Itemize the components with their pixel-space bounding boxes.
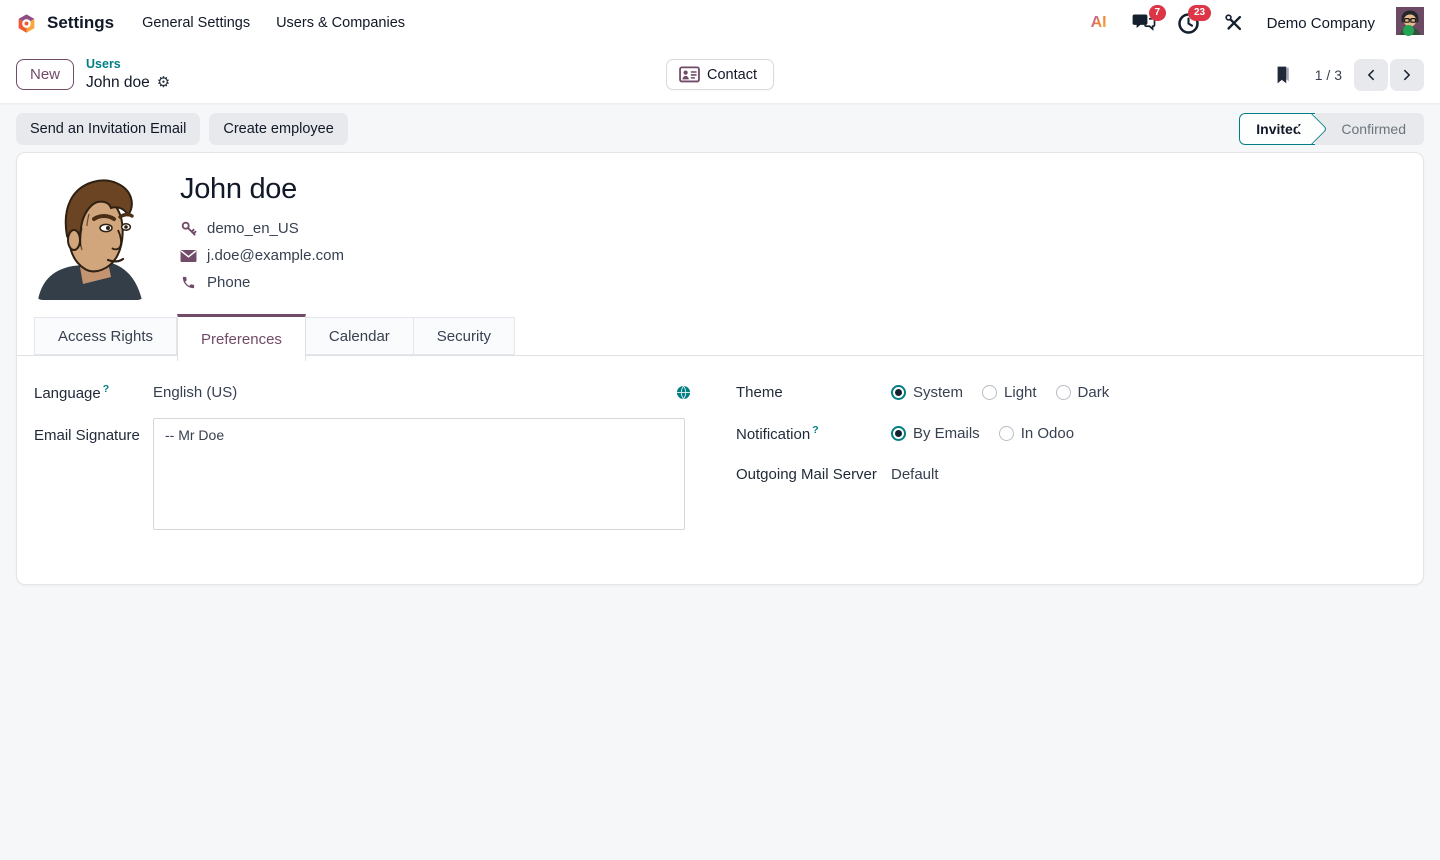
- theme-option-system[interactable]: System: [891, 384, 963, 401]
- support-tools-icon[interactable]: [1222, 11, 1246, 35]
- theme-dark-label: Dark: [1078, 384, 1110, 401]
- status-pipeline: Invited Confirmed: [1239, 113, 1424, 145]
- online-status-dot: [1403, 25, 1414, 36]
- login-row: demo_en_US: [180, 220, 344, 237]
- menu-general-settings[interactable]: General Settings: [132, 9, 260, 37]
- breadcrumb-users-link[interactable]: Users: [86, 57, 170, 73]
- notification-label: Notification?: [736, 424, 891, 443]
- radio-dark[interactable]: [1056, 385, 1071, 400]
- tab-calendar[interactable]: Calendar: [306, 317, 414, 355]
- tab-access-rights[interactable]: Access Rights: [34, 317, 177, 355]
- top-navbar: Settings General Settings Users & Compan…: [0, 0, 1440, 46]
- breadcrumb: Users John doe ⚙: [86, 57, 170, 92]
- new-record-button[interactable]: New: [16, 59, 74, 90]
- theme-row: Theme System Light: [736, 380, 1406, 404]
- phone-icon: [180, 275, 197, 290]
- create-employee-button[interactable]: Create employee: [209, 113, 347, 145]
- theme-option-light[interactable]: Light: [982, 384, 1037, 401]
- user-header: John doe demo_en_US: [17, 153, 1423, 300]
- notification-row: Notification? By Emails In Odoo: [736, 421, 1406, 445]
- tab-security[interactable]: Security: [414, 317, 515, 355]
- pager-counter: 1 / 3: [1315, 67, 1342, 83]
- language-label: Language?: [34, 383, 153, 402]
- radio-by-emails[interactable]: [891, 426, 906, 441]
- language-help-icon[interactable]: ?: [103, 383, 109, 395]
- user-name-field[interactable]: John doe: [180, 173, 344, 206]
- actions-gear-icon[interactable]: ⚙: [157, 73, 170, 92]
- email-signature-textarea[interactable]: -- Mr Doe: [153, 418, 685, 530]
- user-profile-image[interactable]: [34, 170, 146, 300]
- messages-badge: 7: [1149, 5, 1166, 21]
- radio-in-odoo[interactable]: [999, 426, 1014, 441]
- theme-option-dark[interactable]: Dark: [1056, 384, 1110, 401]
- status-step-confirmed[interactable]: Confirmed: [1315, 113, 1424, 145]
- email-row: j.doe@example.com: [180, 247, 344, 264]
- contact-button-label: Contact: [707, 67, 757, 83]
- control-panel: New Users John doe ⚙ Contact: [0, 46, 1440, 104]
- apps-menu-button[interactable]: Settings: [16, 13, 114, 34]
- theme-light-label: Light: [1004, 384, 1037, 401]
- language-value[interactable]: English (US): [153, 384, 237, 401]
- ai-label: AI: [1091, 14, 1107, 32]
- status-invited-label: Invited: [1256, 121, 1301, 137]
- app-menu-bar: General Settings Users & Companies: [132, 9, 415, 37]
- notebook-tabs: Access Rights Preferences Calendar Secur…: [17, 317, 1423, 356]
- email-signature-label: Email Signature: [34, 418, 153, 444]
- send-invitation-email-button[interactable]: Send an Invitation Email: [16, 113, 200, 145]
- systray: AI 7 23 D: [1087, 7, 1424, 40]
- notification-option-by-emails[interactable]: By Emails: [891, 425, 980, 442]
- theme-system-label: System: [913, 384, 963, 401]
- odoo-logo-icon: [16, 13, 37, 34]
- contact-stat-button[interactable]: Contact: [666, 59, 774, 90]
- form-sheet-zone: John doe demo_en_US: [0, 152, 1440, 585]
- pager-next-button[interactable]: [1390, 59, 1424, 91]
- notification-help-icon[interactable]: ?: [812, 424, 818, 436]
- preferences-tab-content: Language? English (US) E: [17, 356, 1423, 584]
- breadcrumb-current-record: John doe: [86, 73, 150, 92]
- preferences-left-column: Language? English (US) E: [34, 380, 704, 544]
- key-icon: [180, 221, 197, 237]
- activities-badge: 23: [1188, 5, 1210, 21]
- outgoing-mail-server-row: Outgoing Mail Server Default: [736, 462, 1406, 486]
- notification-radio-group: By Emails In Odoo: [891, 425, 1074, 442]
- theme-radio-group: System Light Dark: [891, 384, 1109, 401]
- notification-by-emails-label: By Emails: [913, 425, 980, 442]
- odoo-settings-window: Settings General Settings Users & Compan…: [0, 0, 1440, 860]
- preferences-right-column: Theme System Light: [736, 380, 1406, 544]
- current-app-name[interactable]: Settings: [47, 13, 114, 33]
- user-form-card: John doe demo_en_US: [16, 152, 1424, 585]
- envelope-icon: [180, 249, 197, 263]
- messages-icon[interactable]: 7: [1132, 11, 1156, 35]
- language-row: Language? English (US): [34, 380, 704, 404]
- activities-clock-icon[interactable]: 23: [1177, 11, 1201, 35]
- bookmark-icon[interactable]: [1273, 65, 1293, 85]
- company-switcher[interactable]: Demo Company: [1267, 15, 1375, 32]
- globe-icon[interactable]: [676, 385, 691, 400]
- phone-row: Phone: [180, 274, 344, 291]
- outgoing-mail-server-label: Outgoing Mail Server: [736, 466, 891, 483]
- radio-light[interactable]: [982, 385, 997, 400]
- user-menu[interactable]: [1396, 7, 1424, 40]
- theme-label: Theme: [736, 384, 891, 401]
- ai-assistant-icon[interactable]: AI: [1087, 11, 1111, 35]
- outgoing-mail-server-value[interactable]: Default: [891, 466, 939, 483]
- pager-zone: 1 / 3: [1273, 59, 1424, 91]
- email-signature-row: Email Signature -- Mr Doe: [34, 418, 704, 530]
- form-statusbar: Send an Invitation Email Create employee…: [0, 104, 1440, 152]
- menu-users-companies[interactable]: Users & Companies: [266, 9, 415, 37]
- pager-previous-button[interactable]: [1354, 59, 1388, 91]
- tab-preferences[interactable]: Preferences: [177, 314, 306, 361]
- status-confirmed-label: Confirmed: [1341, 121, 1406, 137]
- radio-system[interactable]: [891, 385, 906, 400]
- status-step-invited[interactable]: Invited: [1239, 113, 1315, 145]
- login-value[interactable]: demo_en_US: [207, 220, 299, 237]
- contact-card-icon: [679, 66, 700, 83]
- notification-option-in-odoo[interactable]: In Odoo: [999, 425, 1074, 442]
- notification-in-odoo-label: In Odoo: [1021, 425, 1074, 442]
- phone-placeholder[interactable]: Phone: [207, 274, 250, 291]
- email-value[interactable]: j.doe@example.com: [207, 247, 344, 264]
